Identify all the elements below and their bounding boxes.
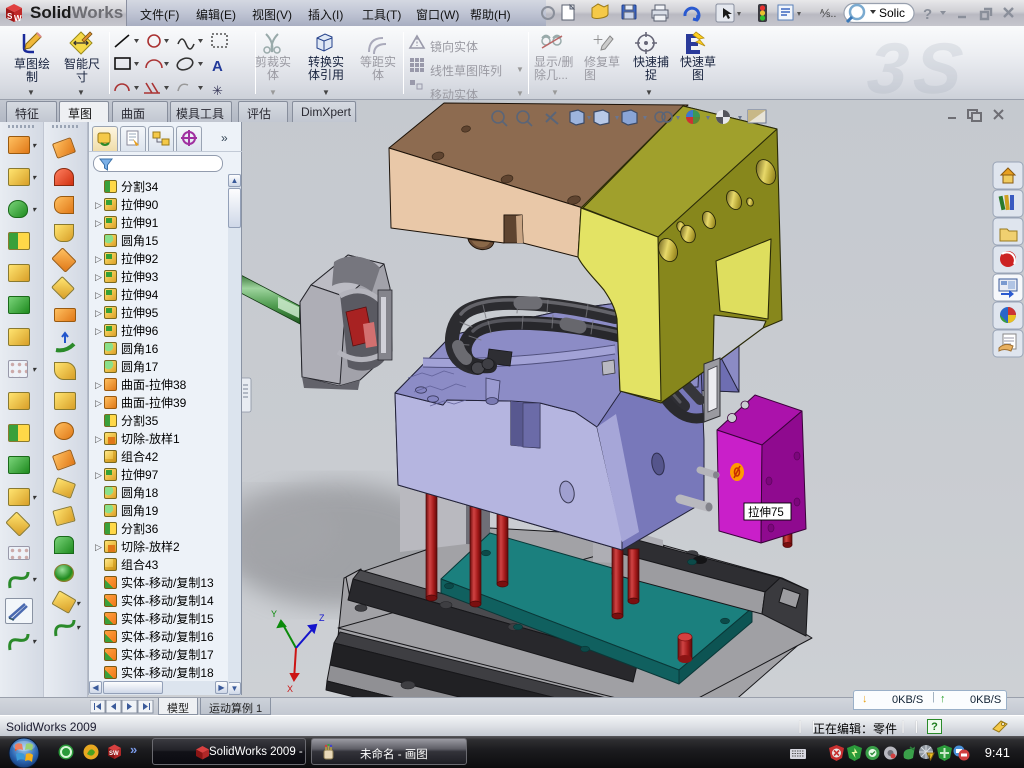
svg-text:Solic: Solic [879,6,905,20]
svg-text:⅍..: ⅍.. [819,8,836,20]
svg-text:?: ? [923,6,932,23]
svg-text:S: S [7,12,13,21]
svg-text:＋: ＋ [592,33,604,47]
svg-text:SW: SW [109,751,119,757]
svg-text:W: W [14,14,22,23]
svg-text:X: X [287,684,293,694]
svg-text:A: A [212,58,223,75]
svg-text:✳: ✳ [212,83,223,98]
svg-text:Z: Z [319,613,325,623]
svg-text:Y: Y [271,609,277,619]
svg-text:拉伸75: 拉伸75 [748,505,784,519]
